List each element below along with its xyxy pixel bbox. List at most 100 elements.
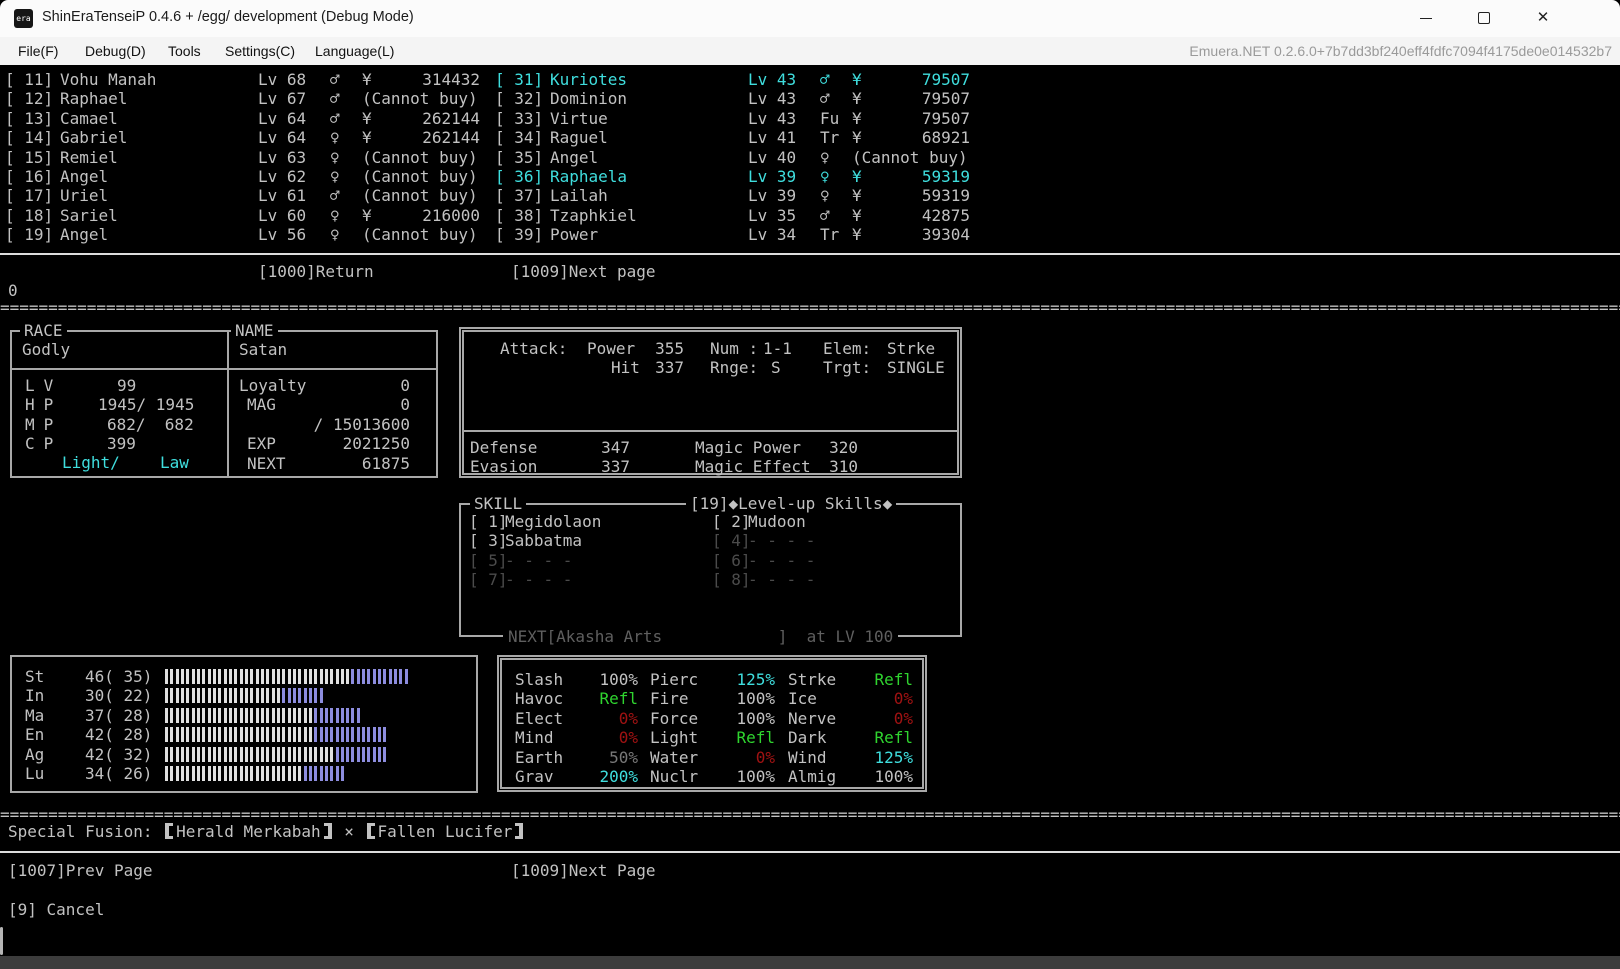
core-stat-value: 399 bbox=[107, 434, 136, 453]
demon-row[interactable]: [ 15]RemielLv 63♀(Cannot buy) bbox=[5, 148, 490, 167]
demon-row[interactable]: [ 33]VirtueLv 43Fu¥79507 bbox=[495, 109, 980, 128]
demon-number: [ 36] bbox=[495, 167, 543, 186]
menu-bar: File(F) Debug(D)Tools Settings(C)Language(… bbox=[0, 37, 1620, 65]
info-row-label: MAG bbox=[247, 395, 276, 414]
resist-name: Strke bbox=[788, 670, 836, 689]
resist-name: Elect bbox=[515, 709, 563, 728]
demon-level: Lv 39 bbox=[748, 167, 796, 186]
resist-box: Slash100%Pierc125%StrkeReflHavocReflFire… bbox=[497, 655, 927, 792]
fusion-demon-1: Herald Merkabah bbox=[176, 822, 321, 841]
resist-name: Light bbox=[650, 728, 698, 747]
demon-price: 42875 bbox=[870, 206, 970, 225]
attack-rnge-label: Rnge: bbox=[710, 358, 758, 377]
yen-icon: ¥ bbox=[362, 70, 372, 89]
special-fusion-line: Special Fusion: Herald Merkabah × Fallen… bbox=[8, 822, 526, 841]
demon-row[interactable]: [ 18]SarielLv 60♀¥216000 bbox=[5, 206, 490, 225]
close-button[interactable]: ✕ bbox=[1520, 0, 1566, 36]
info-row-label: EXP bbox=[247, 434, 276, 453]
minimize-button[interactable] bbox=[1403, 0, 1449, 36]
stat-bar bbox=[165, 766, 344, 781]
demon-price: (Cannot buy) bbox=[362, 186, 478, 205]
skill-name: - - - - bbox=[748, 551, 815, 570]
skill-slot-number: [ 1] bbox=[469, 512, 508, 531]
yen-icon: ¥ bbox=[852, 225, 862, 244]
demon-row[interactable]: [ 36]RaphaelaLv 39♀¥59319 bbox=[495, 167, 980, 186]
cancel-button[interactable]: [9] Cancel bbox=[8, 900, 104, 919]
demon-price: 314432 bbox=[380, 70, 480, 89]
yen-icon: ¥ bbox=[362, 128, 372, 147]
resist-name: Mind bbox=[515, 728, 554, 747]
maximize-button[interactable] bbox=[1461, 0, 1507, 36]
demon-row[interactable]: [ 13]CamaelLv 64♂¥262144 bbox=[5, 109, 490, 128]
attack-power-label: Power bbox=[587, 339, 635, 358]
demon-level: Lv 67 bbox=[258, 89, 306, 108]
resist-value: 125% bbox=[833, 748, 913, 767]
demon-row[interactable]: [ 17]UrielLv 61♂(Cannot buy) bbox=[5, 186, 490, 205]
attack-hit-label: Hit bbox=[611, 358, 640, 377]
demon-row[interactable]: [ 16]AngelLv 62♀(Cannot buy) bbox=[5, 167, 490, 186]
resist-name: Almig bbox=[788, 767, 836, 786]
demon-price: 262144 bbox=[380, 109, 480, 128]
demon-level: Lv 64 bbox=[258, 109, 306, 128]
demon-number: [ 34] bbox=[495, 128, 543, 147]
return-button[interactable]: [1000]Return bbox=[258, 262, 374, 281]
right-bracket-icon bbox=[324, 823, 332, 839]
demon-row[interactable]: [ 19]AngelLv 56♀(Cannot buy) bbox=[5, 225, 490, 244]
menu-language-l-[interactable]: Language(L) bbox=[307, 37, 402, 65]
demon-level: Lv 43 bbox=[748, 70, 796, 89]
demon-price: (Cannot buy) bbox=[362, 167, 478, 186]
demon-level: Lv 68 bbox=[258, 70, 306, 89]
defense-label-2: Magic Effect bbox=[695, 457, 811, 476]
resist-value: 200% bbox=[562, 767, 638, 786]
stat-row: Lu34( 26) bbox=[12, 764, 476, 783]
skill-name: Mudoon bbox=[748, 512, 806, 531]
resist-value: 0% bbox=[833, 689, 913, 708]
demon-row[interactable]: [ 32]DominionLv 43♂¥79507 bbox=[495, 89, 980, 108]
stat-label: St bbox=[25, 667, 44, 686]
demon-gender: Fu bbox=[820, 109, 839, 128]
fusion-times-icon: × bbox=[344, 822, 354, 841]
stat-label: En bbox=[25, 725, 44, 744]
prev-page-button[interactable]: [1007]Prev Page bbox=[8, 861, 153, 880]
left-bracket-icon bbox=[367, 823, 375, 839]
demon-row[interactable]: [ 37]LailahLv 39♀¥59319 bbox=[495, 186, 980, 205]
demon-row[interactable]: [ 31]KuriotesLv 43♂¥79507 bbox=[495, 70, 980, 89]
demon-name: Vohu Manah bbox=[60, 70, 156, 89]
minimize-icon bbox=[1420, 18, 1432, 19]
menu-settings-c-[interactable]: Settings(C) bbox=[217, 37, 303, 65]
alignment-law: Law bbox=[160, 453, 189, 472]
demon-row[interactable]: [ 38]TzaphkielLv 35♂¥42875 bbox=[495, 206, 980, 225]
resist-value: 100% bbox=[833, 767, 913, 786]
next-page-bottom-button[interactable]: [1009]Next Page bbox=[511, 861, 656, 880]
stat-row: Ma37( 28) bbox=[12, 706, 476, 725]
resist-name: Pierc bbox=[650, 670, 698, 689]
menu-tools[interactable]: Tools bbox=[160, 37, 209, 65]
demon-level: Lv 56 bbox=[258, 225, 306, 244]
resist-value: 50% bbox=[562, 748, 638, 767]
resist-value: 100% bbox=[562, 670, 638, 689]
demon-level: Lv 41 bbox=[748, 128, 796, 147]
menu-debug-d-[interactable]: Debug(D) bbox=[77, 37, 154, 65]
demon-row[interactable]: [ 39]PowerLv 34Tr¥39304 bbox=[495, 225, 980, 244]
menu-file-f-[interactable]: File(F) bbox=[10, 37, 66, 65]
demon-level: Lv 35 bbox=[748, 206, 796, 225]
demon-row[interactable]: [ 14]GabrielLv 64♀¥262144 bbox=[5, 128, 490, 147]
demon-level: Lv 62 bbox=[258, 167, 306, 186]
defense-value: 337 bbox=[584, 457, 630, 476]
demon-price: 59319 bbox=[870, 186, 970, 205]
demon-row[interactable]: [ 12]RaphaelLv 67♂(Cannot buy) bbox=[5, 89, 490, 108]
defense-label: Evasion bbox=[470, 457, 537, 476]
equals-separator: ========================================… bbox=[0, 298, 1620, 317]
stat-value: 46( 35) bbox=[85, 667, 152, 686]
demon-gender: ♂ bbox=[330, 109, 340, 128]
resist-name: Ice bbox=[788, 689, 817, 708]
demon-name: Uriel bbox=[60, 186, 108, 205]
next-page-top-button[interactable]: [1009]Next page bbox=[511, 262, 656, 281]
demon-row[interactable]: [ 34]RaguelLv 41Tr¥68921 bbox=[495, 128, 980, 147]
demon-row[interactable]: [ 11]Vohu ManahLv 68♂¥314432 bbox=[5, 70, 490, 89]
demon-number: [ 32] bbox=[495, 89, 543, 108]
demon-row[interactable]: [ 35]AngelLv 40♀(Cannot buy) bbox=[495, 148, 980, 167]
info-row-label: NEXT bbox=[247, 454, 286, 473]
right-bracket-icon bbox=[515, 823, 523, 839]
demon-number: [ 17] bbox=[5, 186, 53, 205]
